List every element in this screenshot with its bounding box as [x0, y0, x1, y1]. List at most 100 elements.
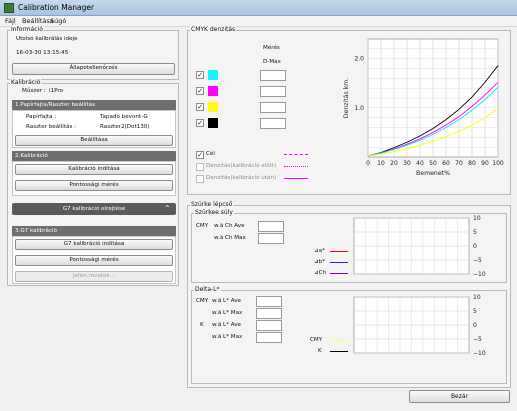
cmy-l-max-field[interactable] — [256, 308, 282, 319]
yellow-swatch — [208, 102, 218, 112]
chevron-up-icon: ⌃ — [164, 204, 171, 213]
g7-accuracy-button[interactable]: Pontossági mérés — [15, 255, 173, 266]
cmy-l-ave-field[interactable] — [256, 296, 282, 307]
status-check-button[interactable]: Állapotellenőrzés — [12, 63, 175, 75]
cmyk-density-legend: CMYK denzitás — [190, 26, 237, 33]
paper-type-value: Tapadó bevont-G — [100, 114, 148, 120]
cyan-swatch — [208, 70, 218, 80]
delta-b-line-sample — [330, 262, 348, 263]
delta-l-y-tick-label: −10 — [473, 350, 486, 357]
density-after-checkbox[interactable] — [196, 175, 204, 183]
delta-l-y-tick-label: 10 — [473, 294, 481, 301]
accuracy-measure-button[interactable]: Pontossági mérés — [15, 180, 173, 191]
density-y-axis-label: Denzitás km. — [342, 78, 350, 118]
menu-settings[interactable]: Beállítása — [22, 17, 54, 25]
magenta-checkbox[interactable]: ✓ — [196, 87, 204, 95]
density-x-tick-label: 100 — [492, 160, 504, 167]
density-chart: 0 10 20 30 40 50 60 70 80 90 100 1.0 2.0 Bemenet% Denz… — [342, 38, 504, 177]
delta-k-legend-label: K — [318, 348, 322, 354]
target-label: Cél — [206, 151, 215, 157]
menu-help[interactable]: Súgó — [50, 17, 66, 25]
cyan-dmax-field[interactable] — [260, 70, 286, 81]
g7-section-header: 3.G7 kalibráció — [12, 226, 176, 236]
density-x-tick-label: 50 — [429, 160, 437, 167]
paper-type-label: Papírfajta : — [26, 114, 57, 120]
delta-l-y-tick-label: 5 — [473, 308, 477, 315]
settings-button[interactable]: Beállítása — [15, 135, 173, 146]
g7-patches-button[interactable]: Jelen.rovatok... — [15, 271, 173, 282]
density-x-tick-label: 30 — [403, 160, 411, 167]
g7-toggle-bar[interactable]: G7 kalibráció elrejtése — [12, 203, 176, 215]
dmax-header: D-Max — [263, 59, 281, 65]
delta-l-y-tick-label: 0 — [473, 322, 477, 329]
delta-b-legend-label: ⊿b* — [314, 259, 326, 265]
last-cal-value: 16-03-30 13:15:45 — [16, 50, 69, 56]
delta-l-legend: Delta-L* — [194, 286, 221, 293]
delta-k-line-sample — [330, 351, 348, 352]
grey-balance-y-tick-label: −10 — [473, 271, 486, 278]
black-dmax-field[interactable] — [260, 118, 286, 129]
density-after-label: Denzitás(kalibráció után) — [206, 175, 277, 181]
grey-balance-y-tick-label: 5 — [473, 229, 477, 236]
target-line-sample — [284, 154, 308, 155]
grey-balance-y-tick-label: 0 — [473, 243, 477, 250]
density-y-tick-label: 2.0 — [354, 56, 364, 63]
density-x-axis-label: Bemenet% — [416, 170, 450, 177]
delta-cmy-line-sample — [330, 340, 348, 341]
k-l-ave-label: w.ä L* Ave — [212, 322, 241, 328]
instrument-value: i1Pro — [49, 88, 63, 94]
k-l-max-field[interactable] — [256, 332, 282, 343]
menu-file[interactable]: Fájl — [5, 17, 16, 25]
delta-l-y-tick-label: −5 — [473, 336, 482, 343]
paper-raster-section-header: 1.Papírfajta/Raszter beállítás — [12, 100, 176, 110]
title-bar: Calibration Manager — [0, 0, 517, 16]
delta-ch-legend-label: ⊿Ch — [314, 270, 327, 276]
density-x-tick-label: 40 — [416, 160, 424, 167]
grey-cmy-label: CMY — [196, 223, 209, 229]
k-l-max-label: w.ä L* Max — [212, 334, 243, 340]
raster-label: Raszter beállítás : — [26, 124, 77, 130]
delta-ch-line-sample — [330, 273, 348, 274]
delta-l-chart: 10 5 0 −5 −10 — [353, 294, 486, 357]
grey-balance-chart: 10 5 0 −5 −10 — [353, 215, 486, 278]
target-checkbox[interactable]: ✓ — [196, 151, 204, 159]
cmy-l-max-label: w.ä L* Max — [212, 310, 243, 316]
delta-a-legend-label: ⊿a* — [314, 248, 325, 254]
magenta-swatch — [208, 86, 218, 96]
start-calibration-button[interactable]: Kalibráció indítása — [15, 164, 173, 175]
calibration-section-header: 2.Kalibráció — [12, 151, 176, 161]
ch-ave-field[interactable] — [258, 221, 284, 232]
black-checkbox[interactable]: ✓ — [196, 119, 204, 127]
last-cal-label: Utolsó kalibrálás ideje — [16, 36, 78, 42]
density-x-tick-label: 20 — [390, 160, 398, 167]
close-button[interactable]: Bezár — [409, 390, 510, 403]
g7-start-button[interactable]: G7 kalibráció indítása — [15, 239, 173, 250]
measure-header: Mérés — [263, 45, 280, 51]
black-swatch — [208, 118, 218, 128]
app-icon — [4, 3, 14, 13]
density-x-tick-label: 0 — [366, 160, 370, 167]
yellow-dmax-field[interactable] — [260, 102, 286, 113]
density-x-tick-label: 10 — [377, 160, 385, 167]
density-x-tick-label: 90 — [481, 160, 489, 167]
ch-max-label: w.ä Ch Max — [214, 235, 246, 241]
delta-cmy-legend-label: CMY — [310, 337, 323, 343]
yellow-checkbox[interactable]: ✓ — [196, 103, 204, 111]
density-before-checkbox[interactable] — [196, 163, 204, 171]
calibration-legend: Kalibráció — [10, 79, 42, 86]
delta-cmy-label: CMY — [196, 298, 209, 304]
density-x-tick-label: 80 — [468, 160, 476, 167]
cyan-checkbox[interactable]: ✓ — [196, 71, 204, 79]
delta-a-line-sample — [330, 251, 348, 252]
density-after-line-sample — [284, 178, 308, 179]
grey-step-legend: Szürke lépcső — [190, 201, 234, 208]
ch-ave-label: w.ä Ch Ave — [214, 223, 245, 229]
magenta-dmax-field[interactable] — [260, 86, 286, 97]
ch-max-field[interactable] — [258, 233, 284, 244]
raster-value: Raszter2(Dot130) — [100, 124, 150, 130]
density-x-tick-label: 60 — [442, 160, 450, 167]
k-l-ave-field[interactable] — [256, 320, 282, 331]
instrument-label: Műszer : — [22, 88, 46, 94]
grey-balance-legend: Szürkee.súly — [194, 209, 234, 216]
density-before-line-sample — [284, 166, 308, 167]
